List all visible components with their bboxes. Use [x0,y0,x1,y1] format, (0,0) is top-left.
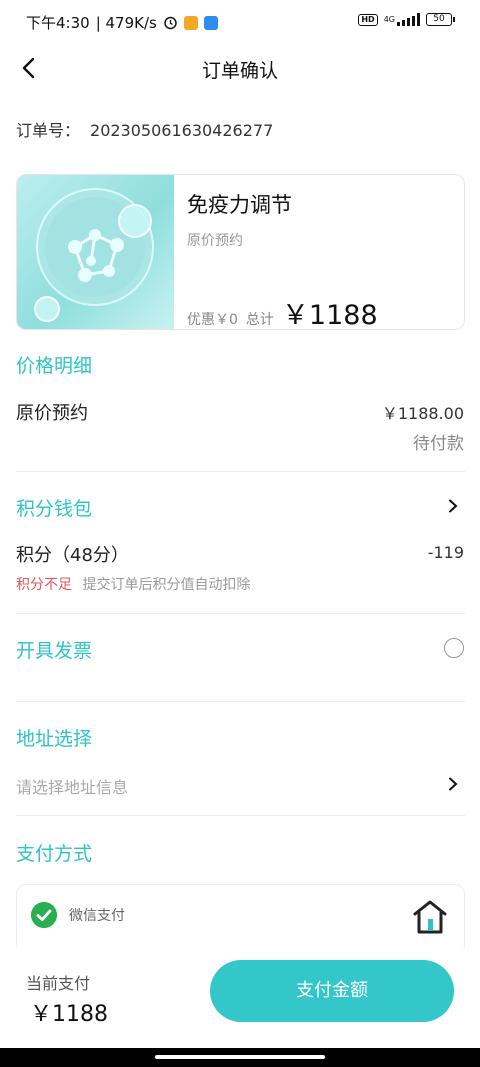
address-title: 地址选择 [16,728,93,750]
invoice-radio[interactable] [444,638,464,658]
battery-icon: 50 [426,13,455,26]
product-subtitle: 原价预约 [187,233,243,249]
bottom-pay-bar: 当前支付 ￥1188 支付金额 [0,948,480,1048]
points-wallet-title[interactable]: 积分钱包 [16,494,92,521]
product-total-label: 总计 [245,312,274,328]
notification-app-icon [183,15,198,30]
payment-status: 待付款 [413,434,464,454]
divider [16,613,465,614]
product-name: 免疫力调节 [187,193,292,217]
points-value: -119 [427,543,464,562]
divider [16,701,465,702]
price-detail-title: 价格明细 [16,355,93,377]
message-app-icon [203,15,218,30]
points-label: 积分（48分） [16,545,129,566]
status-right: HD 4G 50 [358,13,455,26]
order-number-value: 202305061630426277 [90,121,274,140]
status-bar: 下午4:30 | 479K/s HD 4G 50 [0,0,480,44]
product-card[interactable]: 免疫力调节 原价预约 优惠￥0 总计 ￥1188 [16,174,465,330]
payment-option-wechat[interactable]: 微信支付 [16,884,465,954]
battery-level: 50 [433,14,445,24]
product-price-row: 优惠￥0 总计 ￥1188 [187,293,378,330]
invoice-title: 开具发票 [16,640,93,662]
points-note: 提交订单后积分值自动扣除 [82,577,251,593]
chevron-right-icon[interactable] [446,499,460,513]
wechat-pay-icon [31,902,57,928]
page-title: 订单确认 [201,60,278,82]
points-warning: 积分不足 [16,577,72,593]
app-header: 订单确认 [0,44,480,94]
order-number-label: 订单号： [16,121,81,140]
hd-icon: HD [358,13,378,26]
status-time: 下午4:30 [26,14,90,32]
signal-icon [397,13,420,26]
molecule-illustration [34,188,154,322]
divider [16,815,465,816]
payment-method-label: 微信支付 [69,908,125,924]
points-note-row: 积分不足 提交订单后积分值自动扣除 [16,574,250,594]
status-speed: | 479K/s [95,13,157,32]
network-type: 4G [383,15,395,24]
system-nav-bar [0,1048,480,1067]
current-payment-label: 当前支付 [26,974,91,993]
price-item-label: 原价预约 [16,403,88,424]
chevron-right-icon[interactable] [446,777,460,791]
product-discount: 优惠￥0 [187,312,238,328]
status-left: 下午4:30 | 479K/s [26,12,218,33]
alarm-icon [164,16,177,30]
address-placeholder[interactable]: 请选择地址信息 [16,774,128,798]
price-item-value: ￥1188.00 [381,404,464,423]
order-number-row: 订单号： 202305061630426277 [16,117,273,141]
product-total: ￥1188 [281,300,378,330]
home-gesture-bar[interactable] [155,1055,325,1059]
divider [16,471,465,472]
pay-button[interactable]: 支付金额 [210,960,454,1022]
product-image [17,175,174,329]
home-icon[interactable] [410,897,450,937]
current-payment-amount: ￥1188 [30,1002,108,1027]
payment-method-title: 支付方式 [16,843,93,865]
